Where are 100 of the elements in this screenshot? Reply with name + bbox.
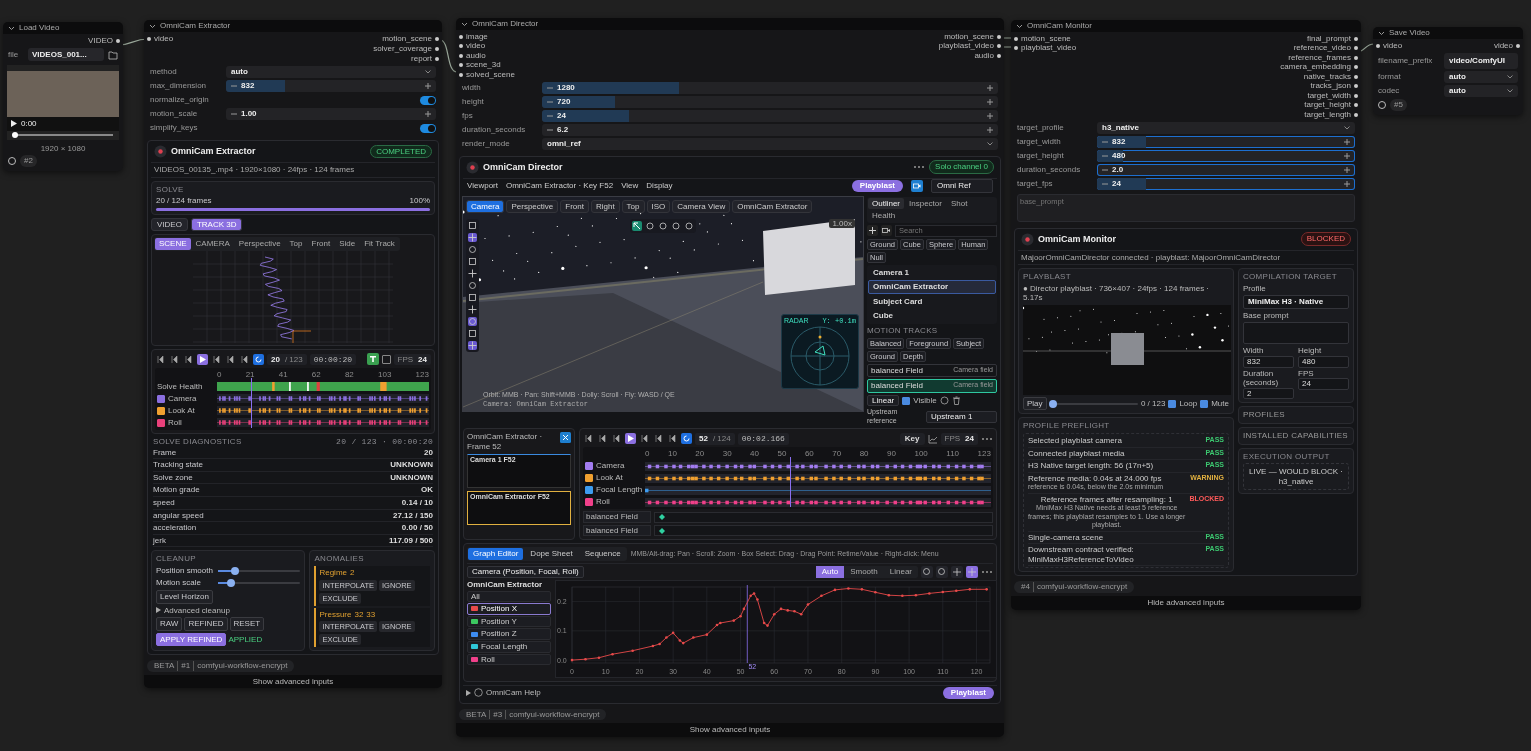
number-field[interactable]: 6.2 bbox=[542, 123, 998, 136]
curve-point[interactable] bbox=[742, 607, 746, 611]
expand-icon[interactable] bbox=[466, 689, 471, 696]
curve-point[interactable] bbox=[799, 612, 803, 616]
outliner-item[interactable]: Cube bbox=[868, 309, 996, 324]
curve-point[interactable] bbox=[719, 621, 722, 625]
more-icon[interactable] bbox=[981, 570, 993, 574]
tool-icon[interactable] bbox=[468, 328, 477, 338]
editor-tab[interactable]: Graph Editor bbox=[468, 548, 524, 560]
cleanup-button[interactable]: APPLY REFINED bbox=[156, 632, 227, 647]
transport-button[interactable] bbox=[239, 353, 250, 365]
interpolation-mode-button[interactable]: Smooth bbox=[844, 566, 884, 578]
curve-point[interactable] bbox=[739, 614, 742, 618]
refresh-icon[interactable] bbox=[7, 156, 17, 166]
gizmo-tool-icon[interactable] bbox=[645, 220, 655, 231]
curve-point[interactable] bbox=[887, 593, 891, 597]
curve-point[interactable] bbox=[756, 598, 759, 601]
outliner-item[interactable]: Camera 1 bbox=[868, 265, 996, 280]
profile-select[interactable]: MiniMax H3 · Native bbox=[1243, 295, 1349, 309]
curve-point[interactable] bbox=[681, 641, 685, 645]
minus-icon[interactable] bbox=[231, 111, 237, 117]
frame-number[interactable]: 52 bbox=[699, 433, 708, 444]
number-field[interactable]: 832 bbox=[226, 80, 436, 92]
advanced-cleanup-toggle[interactable]: Advanced cleanup bbox=[164, 605, 230, 616]
graph-tool-icon[interactable] bbox=[921, 566, 933, 578]
curve-point[interactable] bbox=[928, 592, 931, 595]
channel-item[interactable]: Position Z bbox=[467, 628, 551, 640]
clock-icon[interactable] bbox=[939, 396, 949, 406]
tool-icon[interactable] bbox=[468, 304, 477, 314]
slider-thumb[interactable] bbox=[226, 578, 235, 587]
interpolation-mode-button[interactable]: Linear bbox=[883, 566, 918, 578]
transport-button[interactable] bbox=[653, 433, 664, 445]
number-field[interactable]: 832 bbox=[1097, 135, 1355, 148]
view-tab[interactable]: Fit Track bbox=[360, 238, 399, 250]
curve-point[interactable] bbox=[985, 588, 988, 591]
editor-tab[interactable]: Sequence bbox=[579, 548, 626, 560]
curve-point[interactable] bbox=[665, 636, 668, 639]
curve-point[interactable] bbox=[611, 652, 614, 656]
video-scrubber[interactable] bbox=[12, 131, 18, 138]
text-tool-icon[interactable] bbox=[366, 353, 379, 366]
plus-icon[interactable] bbox=[1344, 166, 1350, 173]
tool-icon[interactable] bbox=[468, 232, 477, 242]
chevron-icon[interactable] bbox=[8, 25, 15, 31]
toggle-switch[interactable] bbox=[420, 123, 436, 133]
transport-button[interactable] bbox=[625, 433, 636, 445]
play-button[interactable]: Play bbox=[1023, 396, 1047, 411]
curve-point[interactable] bbox=[597, 656, 601, 660]
panel-tab[interactable]: Outliner bbox=[868, 197, 904, 210]
curve-point[interactable] bbox=[766, 624, 769, 627]
curve-point[interactable] bbox=[570, 658, 574, 662]
curve-point[interactable] bbox=[732, 619, 736, 622]
file-select[interactable]: VIDEOS_001... bbox=[28, 48, 104, 61]
curve-point[interactable] bbox=[914, 593, 918, 597]
plus-icon[interactable] bbox=[987, 98, 993, 105]
curve-point[interactable] bbox=[820, 594, 823, 598]
curve-point[interactable] bbox=[941, 590, 945, 594]
help-toggle[interactable]: OmniCam Help bbox=[486, 688, 541, 698]
chevron-icon[interactable] bbox=[149, 23, 156, 29]
curve-point[interactable] bbox=[671, 631, 675, 635]
slider-thumb[interactable] bbox=[231, 566, 239, 575]
cleanup-button[interactable]: RESET bbox=[229, 617, 265, 631]
outliner-item[interactable]: OmniCam Extractor bbox=[868, 280, 996, 294]
level-horizon-button[interactable]: Level Horizon bbox=[156, 589, 213, 604]
transport-button[interactable] bbox=[253, 353, 264, 365]
channel-item[interactable]: All bbox=[467, 590, 551, 603]
input-field[interactable]: 480 bbox=[1298, 356, 1349, 368]
cleanup-button[interactable]: RAW bbox=[156, 617, 183, 631]
plus-icon[interactable] bbox=[1344, 152, 1350, 159]
chevron-icon[interactable] bbox=[461, 21, 468, 27]
fps-value[interactable]: 24 bbox=[965, 433, 974, 444]
editor-tab[interactable]: Dope Sheet bbox=[525, 548, 578, 560]
view-tab[interactable]: Perspective bbox=[234, 238, 285, 250]
transport-button[interactable] bbox=[169, 353, 180, 365]
playhead-line[interactable] bbox=[251, 377, 253, 428]
plus-icon[interactable] bbox=[1344, 138, 1350, 145]
curve-point[interactable] bbox=[806, 603, 810, 606]
help-icon[interactable] bbox=[474, 688, 483, 698]
combo-field[interactable]: h3_native bbox=[1097, 121, 1355, 134]
mode-tab[interactable]: TRACK 3D bbox=[190, 217, 243, 232]
panel-tab[interactable]: Shot bbox=[946, 197, 972, 210]
chevron-icon[interactable] bbox=[1378, 30, 1385, 36]
toolbar-dropdown[interactable]: Display bbox=[646, 181, 673, 191]
graph-tool-icon[interactable] bbox=[966, 566, 978, 578]
toolbar-dropdown[interactable]: Viewport bbox=[467, 181, 498, 191]
curve-point[interactable] bbox=[772, 612, 776, 616]
key-button[interactable]: Key bbox=[899, 432, 925, 445]
transport-button[interactable] bbox=[155, 353, 166, 365]
collapsed-section[interactable]: PROFILES bbox=[1238, 406, 1354, 425]
curve-point[interactable] bbox=[779, 607, 783, 611]
add-icon[interactable] bbox=[867, 225, 878, 237]
number-field[interactable]: 480 bbox=[1097, 149, 1355, 162]
curve-point[interactable] bbox=[762, 621, 766, 625]
transport-button[interactable] bbox=[583, 433, 594, 445]
transport-button[interactable] bbox=[667, 433, 678, 445]
view-tab[interactable]: Top bbox=[285, 238, 307, 250]
track-checkbox[interactable] bbox=[157, 418, 165, 427]
visible-checkbox[interactable] bbox=[902, 396, 911, 405]
curve-point[interactable] bbox=[847, 587, 850, 590]
curve-point[interactable] bbox=[749, 594, 752, 598]
advanced-inputs-toggle[interactable]: Show advanced inputs bbox=[456, 723, 1004, 737]
